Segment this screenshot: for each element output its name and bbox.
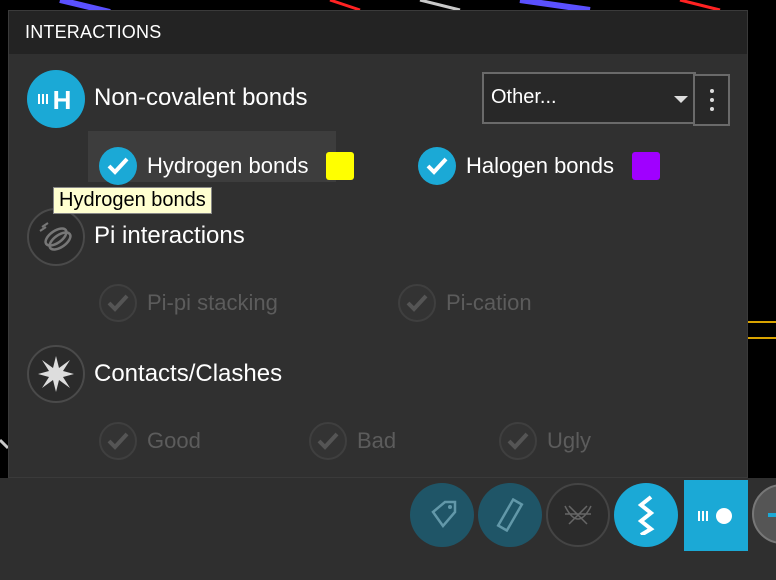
starburst-icon[interactable]	[27, 345, 85, 403]
option-label: Bad	[357, 428, 397, 453]
bond-filter-select[interactable]: Other...	[482, 72, 696, 124]
option-label: Good	[147, 428, 201, 453]
checkmark-icon	[426, 157, 448, 175]
pi-rings-icon[interactable]	[27, 208, 85, 266]
panel-title: INTERACTIONS	[9, 11, 747, 54]
option-label: Pi-pi stacking	[147, 290, 278, 315]
interactions-toggle-icon[interactable]	[684, 480, 748, 551]
more-options-button[interactable]	[693, 74, 730, 126]
mesh-icon[interactable]	[546, 483, 610, 547]
tag-icon[interactable]	[410, 483, 474, 547]
option-bad[interactable]: Bad	[309, 417, 396, 465]
kebab-dot-icon	[709, 89, 714, 93]
minus-icon	[768, 513, 776, 517]
checkbox-hydrogen-bonds[interactable]	[99, 147, 137, 185]
contacts-title: Contacts/Clashes	[94, 360, 283, 387]
option-halogen-bonds[interactable]: Halogen bonds	[418, 142, 661, 190]
checkbox-halogen-bonds[interactable]	[418, 147, 456, 185]
option-pi-pi-stacking[interactable]: Pi-pi stacking	[99, 279, 278, 327]
tooltip: Hydrogen bonds	[53, 187, 212, 214]
kebab-dot-icon	[709, 98, 714, 102]
checkmark-icon	[107, 432, 129, 450]
kebab-dot-icon	[709, 107, 714, 111]
option-ugly[interactable]: Ugly	[499, 417, 591, 465]
hydrogen-h-icon[interactable]: H	[27, 70, 85, 128]
checkbox-good[interactable]	[99, 422, 137, 460]
option-good[interactable]: Good	[99, 417, 201, 465]
checkmark-icon	[406, 294, 428, 312]
color-swatch-hydrogen[interactable]	[326, 152, 355, 180]
option-hydrogen-bonds[interactable]: Hydrogen bonds	[99, 142, 355, 190]
checkbox-ugly[interactable]	[499, 422, 537, 460]
checkbox-pi-pi-stacking[interactable]	[99, 284, 137, 322]
option-label: Ugly	[547, 428, 592, 453]
checkmark-icon	[317, 432, 339, 450]
option-label: Halogen bonds	[466, 153, 615, 178]
option-label: Hydrogen bonds	[147, 153, 309, 178]
ruler-icon[interactable]	[478, 483, 542, 547]
checkmark-icon	[107, 157, 129, 175]
checkmark-icon	[107, 294, 129, 312]
checkbox-pi-cation[interactable]	[398, 284, 436, 322]
svg-text:H: H	[53, 85, 72, 115]
helix-icon[interactable]	[614, 483, 678, 547]
bond-filter-value: Other...	[491, 86, 557, 108]
option-label: Pi-cation	[446, 290, 532, 315]
noncovalent-title: Non-covalent bonds	[94, 84, 308, 111]
option-pi-cation[interactable]: Pi-cation	[398, 279, 532, 327]
checkbox-bad[interactable]	[309, 422, 347, 460]
pi-title: Pi interactions	[94, 222, 245, 249]
checkmark-icon	[507, 432, 529, 450]
color-swatch-halogen[interactable]	[632, 152, 661, 180]
chevron-down-icon	[674, 96, 688, 103]
